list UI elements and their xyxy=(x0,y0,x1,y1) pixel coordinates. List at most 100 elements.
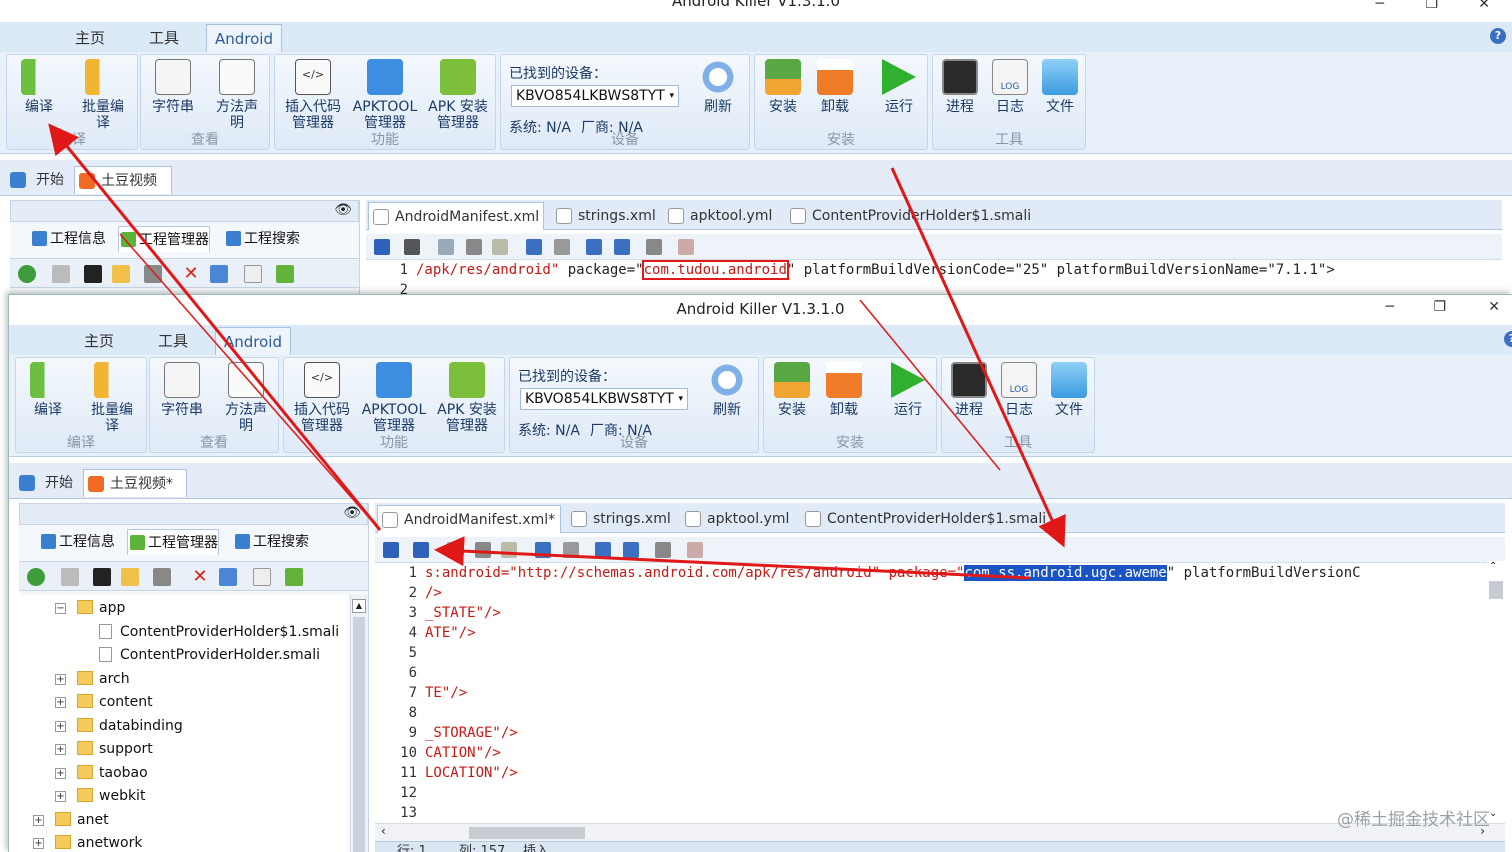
cut-icon[interactable] xyxy=(466,239,482,255)
folder-icon[interactable] xyxy=(112,265,130,283)
process-button[interactable]: 进程 xyxy=(935,57,985,115)
tree-scrollbar[interactable]: ▲ xyxy=(350,595,368,852)
open-icon[interactable] xyxy=(61,568,79,586)
method-declaration-button[interactable]: 方法声明 xyxy=(207,57,267,131)
help-icon[interactable]: ? xyxy=(1490,28,1506,44)
tree-file[interactable]: ContentProviderHolder.smali xyxy=(99,644,320,666)
help-icon[interactable]: ? xyxy=(1504,331,1512,347)
run-button[interactable]: 运行 xyxy=(882,360,934,418)
back-icon[interactable] xyxy=(595,542,611,558)
code-line[interactable]: 5 xyxy=(375,643,425,663)
expand-icon[interactable]: + xyxy=(55,767,66,779)
format-icon[interactable] xyxy=(655,542,671,558)
tab-android[interactable]: Android xyxy=(206,24,282,52)
expand-icon[interactable]: + xyxy=(33,814,44,826)
log-button[interactable]: LOG 日志 xyxy=(985,57,1035,115)
window-icon[interactable] xyxy=(84,265,102,283)
folder-icon[interactable] xyxy=(121,568,139,586)
expand-icon[interactable]: + xyxy=(55,697,66,708)
install-button[interactable]: 安装 xyxy=(766,360,818,418)
tab-home[interactable]: 主页 xyxy=(69,327,129,355)
copy-icon[interactable] xyxy=(210,265,228,283)
process-button[interactable]: 进程 xyxy=(944,360,994,418)
eye-icon[interactable]: 👁 xyxy=(343,505,361,521)
bookmark-icon[interactable] xyxy=(144,265,162,283)
forward-icon[interactable] xyxy=(614,239,630,255)
expand-icon[interactable]: + xyxy=(55,673,66,685)
back-icon[interactable] xyxy=(586,239,602,255)
tree-folder[interactable]: + taobao xyxy=(55,762,148,784)
scroll-thumb[interactable] xyxy=(353,617,365,852)
scroll-up-icon[interactable]: ⌃ xyxy=(1489,561,1497,572)
expand-icon[interactable]: + xyxy=(33,838,44,849)
lock-icon[interactable] xyxy=(383,542,399,558)
code-line[interactable]: 13 xyxy=(375,803,425,823)
scroll-down-icon[interactable]: ⌄ xyxy=(1489,808,1497,819)
tab-project-info[interactable]: 工程信息 xyxy=(30,226,106,252)
tree-folder[interactable]: + webkit xyxy=(55,785,145,807)
redo-icon[interactable] xyxy=(554,239,570,255)
batch-compile-button[interactable]: 批量编译 xyxy=(82,360,142,434)
save-icon[interactable] xyxy=(413,542,429,558)
apk-install-manager-button[interactable]: APK 安装 管理器 xyxy=(423,57,493,131)
code-line[interactable]: 1 s:android="http://schemas.android.com/a… xyxy=(375,563,1361,583)
code-line[interactable]: 1/apk/res/android" package="com.tudou.an… xyxy=(366,260,1335,280)
file-button[interactable]: 文件 xyxy=(1035,57,1085,115)
code-line[interactable]: 8 xyxy=(375,703,425,723)
text-icon[interactable] xyxy=(244,265,262,283)
save-icon[interactable] xyxy=(404,239,420,255)
file-button[interactable]: 文件 xyxy=(1044,360,1094,418)
tab-project-manager[interactable]: 工程管理器 xyxy=(127,529,219,555)
delete-icon[interactable]: ✕ xyxy=(191,568,209,586)
delete-icon[interactable]: ✕ xyxy=(182,265,200,283)
doc-tab-project[interactable]: 土豆视频* xyxy=(83,469,187,497)
tab-project-manager[interactable]: 工程管理器 xyxy=(118,226,210,252)
file-tab-manifest[interactable]: AndroidManifest.xml xyxy=(368,202,544,230)
undo-icon[interactable] xyxy=(535,542,551,558)
batch-compile-button[interactable]: 批量编译 xyxy=(73,57,133,131)
tree-file[interactable]: ContentProviderHolder$1.smali xyxy=(99,621,339,643)
scroll-left-icon[interactable]: ‹ xyxy=(381,824,386,838)
file-tab-apktool[interactable]: apktool.yml xyxy=(681,505,789,533)
tree-folder[interactable]: + anet xyxy=(33,809,109,831)
file-tab-smali[interactable]: ContentProviderHolder$1.smali xyxy=(801,505,1046,533)
code-line[interactable]: 12 xyxy=(375,783,425,803)
apktool-manager-button[interactable]: APKTOOL 管理器 xyxy=(351,57,419,131)
code-line[interactable]: 4 ATE"/> xyxy=(375,623,476,643)
code-area[interactable]: 1 s:android="http://schemas.android.com/a… xyxy=(375,561,1487,823)
method-declaration-button[interactable]: 方法声明 xyxy=(216,360,276,434)
horizontal-scrollbar[interactable]: ‹ › xyxy=(375,823,1505,841)
code-line[interactable]: 11 LOCATION"/> xyxy=(375,763,518,783)
code-line[interactable]: 10 CATION"/> xyxy=(375,743,501,763)
tab-android[interactable]: Android xyxy=(215,327,291,355)
tab-project-search[interactable]: 工程搜索 xyxy=(224,226,300,252)
tab-project-info[interactable]: 工程信息 xyxy=(39,529,115,555)
h-scroll-thumb[interactable] xyxy=(469,827,585,839)
device-select[interactable]: KBVO854LKBWS8TYT ▾ xyxy=(520,388,688,410)
log-button[interactable]: LOG 日志 xyxy=(994,360,1044,418)
tree-folder[interactable]: + content xyxy=(55,691,153,713)
tree-folder[interactable]: + databinding xyxy=(55,715,183,737)
apk-install-manager-button[interactable]: APK 安装 管理器 xyxy=(432,360,502,434)
file-tab-manifest[interactable]: AndroidManifest.xml* xyxy=(377,505,561,533)
refresh-button[interactable]: 刷新 xyxy=(691,57,745,115)
insert-code-manager-button[interactable]: </> 插入代码 管理器 xyxy=(288,360,356,434)
code-line[interactable]: 2/> xyxy=(375,583,442,603)
close-button[interactable]: ✕ xyxy=(1478,0,1490,12)
scroll-thumb[interactable] xyxy=(1489,581,1503,599)
file-tab-smali[interactable]: ContentProviderHolder$1.smali xyxy=(786,202,1031,230)
eye-icon[interactable]: 👁 xyxy=(334,202,352,218)
tree-folder[interactable]: − app xyxy=(55,597,125,619)
expand-icon[interactable]: + xyxy=(55,744,66,755)
copy-icon[interactable] xyxy=(438,239,454,255)
paste-icon[interactable] xyxy=(501,542,517,558)
android-build-icon[interactable] xyxy=(285,568,303,586)
text-icon[interactable] xyxy=(253,568,271,586)
compile-button[interactable]: 编译 xyxy=(20,360,76,418)
expand-icon[interactable]: + xyxy=(55,791,66,802)
tree-folder[interactable]: + support xyxy=(55,738,153,760)
refresh-icon[interactable] xyxy=(27,568,45,586)
editor-scrollbar[interactable]: ⌃ ⌄ xyxy=(1487,561,1505,823)
restore-button[interactable]: ❐ xyxy=(1425,0,1438,12)
scroll-up-icon[interactable]: ▲ xyxy=(352,599,366,613)
